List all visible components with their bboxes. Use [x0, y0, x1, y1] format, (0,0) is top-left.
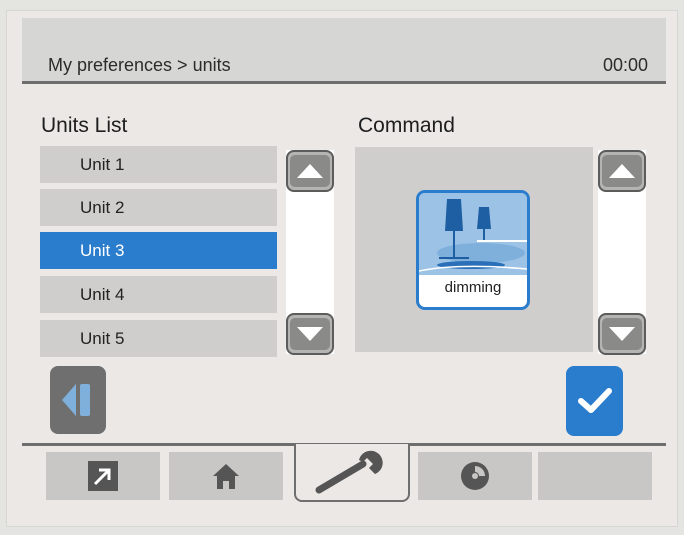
tab-empty[interactable]: [538, 452, 652, 500]
shortcut-arrow-icon: [88, 461, 118, 491]
command-tile-dimming[interactable]: dimming: [416, 190, 530, 310]
back-button[interactable]: [50, 366, 106, 434]
unit-row-4[interactable]: Unit 4: [40, 276, 277, 313]
tab-settings[interactable]: [294, 444, 410, 502]
header-bar: My preferences > units 00:00: [22, 18, 666, 84]
back-icon: [62, 384, 90, 416]
confirm-button[interactable]: [566, 366, 623, 436]
units-list-title: Units List: [41, 114, 128, 137]
unit-row-label: Unit 1: [80, 155, 125, 174]
unit-row-label: Unit 3: [80, 241, 125, 260]
tab-media[interactable]: [418, 452, 532, 500]
wrench-icon: [315, 450, 383, 494]
command-tile-label: dimming: [444, 279, 502, 296]
units-scroll-up-button[interactable]: [286, 150, 334, 192]
tab-shortcuts[interactable]: [46, 452, 160, 500]
unit-row-1[interactable]: Unit 1: [40, 146, 277, 183]
unit-row-5[interactable]: Unit 5: [40, 320, 277, 357]
disc-icon: [461, 462, 489, 490]
unit-row-3[interactable]: Unit 3: [40, 232, 277, 269]
breadcrumb: My preferences > units: [48, 55, 231, 75]
command-title: Command: [358, 114, 455, 137]
chevron-down-icon: [290, 318, 330, 350]
unit-row-label: Unit 4: [80, 285, 125, 304]
tab-home[interactable]: [169, 452, 283, 500]
unit-row-2[interactable]: Unit 2: [40, 189, 277, 226]
home-icon: [213, 464, 239, 489]
command-scroll-down-button[interactable]: [598, 313, 646, 355]
lamp-dimming-icon: [419, 193, 527, 275]
units-scroll-down-button[interactable]: [286, 313, 334, 355]
command-scroll-up-button[interactable]: [598, 150, 646, 192]
clock: 00:00: [602, 55, 648, 75]
chevron-down-icon: [602, 318, 642, 350]
check-icon: [577, 388, 612, 413]
unit-row-label: Unit 5: [80, 329, 125, 348]
chevron-up-icon: [290, 155, 330, 187]
unit-row-label: Unit 2: [80, 198, 125, 217]
chevron-up-icon: [602, 155, 642, 187]
